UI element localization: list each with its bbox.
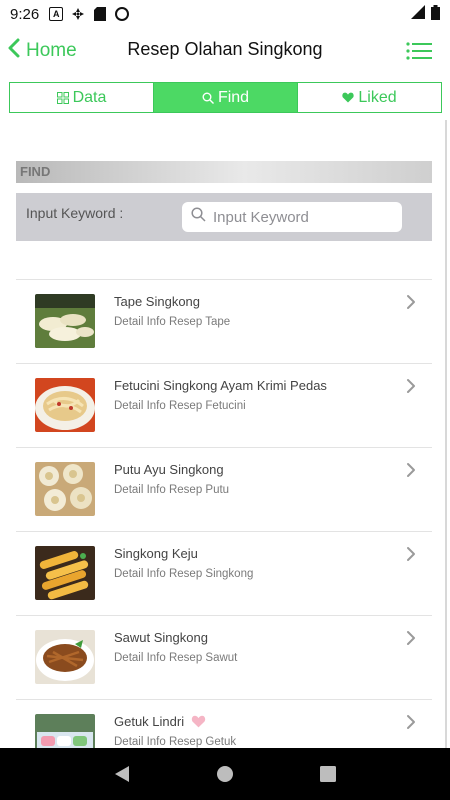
recipe-item-putu-ayu[interactable]: Putu Ayu Singkong Detail Info Resep Putu — [16, 448, 432, 532]
recipe-title: Getuk Lindri — [114, 714, 206, 731]
recipe-title-text: Getuk Lindri — [114, 714, 185, 729]
recipe-subtitle: Detail Info Resep Singkong — [114, 568, 254, 580]
tab-find[interactable]: Find — [153, 83, 297, 112]
back-home-button[interactable]: Home — [8, 36, 77, 66]
recipe-item-tape-singkong[interactable]: Tape Singkong Detail Info Resep Tape — [16, 280, 432, 364]
signal-icon — [411, 5, 425, 23]
recipe-title: Sawut Singkong — [114, 630, 208, 645]
recipe-title: Singkong Keju — [114, 546, 198, 561]
chevron-right-icon — [406, 630, 416, 646]
chevron-right-icon — [406, 294, 416, 310]
recipe-subtitle: Detail Info Resep Tape — [114, 316, 231, 328]
find-section-header: FIND — [16, 161, 432, 183]
scrollbar[interactable] — [445, 120, 447, 748]
recipe-thumbnail — [35, 630, 95, 684]
recipe-thumbnail — [35, 714, 95, 748]
home-circle-icon — [216, 766, 233, 782]
sd-card-icon — [93, 7, 107, 21]
recipe-item-fetucini[interactable]: Fetucini Singkong Ayam Krimi Pedas Detai… — [16, 364, 432, 448]
status-bar: 9:26 A — [0, 0, 450, 28]
recipe-item-sawut-singkong[interactable]: Sawut Singkong Detail Info Resep Sawut — [16, 616, 432, 700]
tab-liked[interactable]: Liked — [297, 83, 441, 112]
tab-data[interactable]: Data — [10, 83, 153, 112]
search-icon — [191, 207, 206, 227]
recipe-title: Tape Singkong — [114, 294, 201, 309]
recipe-thumbnail — [35, 462, 95, 516]
recipe-list: Tape Singkong Detail Info Resep Tape Fet… — [16, 279, 432, 748]
find-panel: Input Keyword : — [16, 193, 432, 241]
liked-heart-icon — [191, 715, 206, 731]
tab-find-label: Find — [217, 88, 250, 106]
grid-icon — [56, 91, 69, 104]
recipe-subtitle: Detail Info Resep Fetucini — [114, 400, 246, 412]
recipe-thumbnail — [35, 378, 95, 432]
chevron-right-icon — [406, 462, 416, 478]
nav-recents-button[interactable] — [316, 762, 340, 786]
heart-icon — [342, 92, 355, 103]
search-icon — [202, 92, 214, 104]
search-input[interactable] — [213, 208, 393, 226]
recipe-title: Fetucini Singkong Ayam Krimi Pedas — [114, 378, 327, 393]
app-bar: Home Resep Olahan Singkong — [0, 28, 450, 74]
nav-home-button[interactable] — [213, 762, 237, 786]
search-field[interactable] — [182, 202, 402, 232]
segmented-tabs: Data Find Liked — [9, 82, 442, 113]
chevron-left-icon — [8, 38, 26, 64]
chevron-right-icon — [406, 546, 416, 562]
menu-list-button[interactable] — [406, 42, 432, 60]
recipe-thumbnail — [35, 294, 95, 348]
recipe-title: Putu Ayu Singkong — [114, 462, 224, 477]
fan-icon — [71, 7, 85, 21]
sync-icon — [115, 7, 130, 21]
recipe-subtitle: Detail Info Resep Getuk — [114, 736, 237, 748]
chevron-right-icon — [406, 714, 416, 730]
recipe-subtitle: Detail Info Resep Putu — [114, 484, 230, 496]
recipe-item-singkong-keju[interactable]: Singkong Keju Detail Info Resep Singkong — [16, 532, 432, 616]
nav-back-button[interactable] — [110, 762, 134, 786]
a-notification-icon: A — [49, 7, 64, 21]
content-area[interactable]: FIND Input Keyword : Tape Singk — [0, 120, 450, 748]
system-nav-bar — [0, 748, 450, 800]
back-label: Home — [26, 40, 77, 61]
list-menu-icon — [406, 42, 432, 60]
keyword-label: Input Keyword : — [26, 205, 124, 221]
back-triangle-icon — [114, 766, 129, 782]
recipe-subtitle: Detail Info Resep Sawut — [114, 652, 238, 664]
recipe-thumbnail — [35, 546, 95, 600]
recents-square-icon — [320, 766, 337, 782]
status-time: 9:26 — [10, 5, 40, 23]
tab-liked-label: Liked — [358, 88, 397, 106]
battery-icon — [431, 4, 440, 24]
chevron-right-icon — [406, 378, 416, 394]
recipe-item-getuk-lindri[interactable]: Getuk Lindri Detail Info Resep Getuk — [16, 700, 432, 748]
tab-data-label: Data — [72, 88, 107, 106]
